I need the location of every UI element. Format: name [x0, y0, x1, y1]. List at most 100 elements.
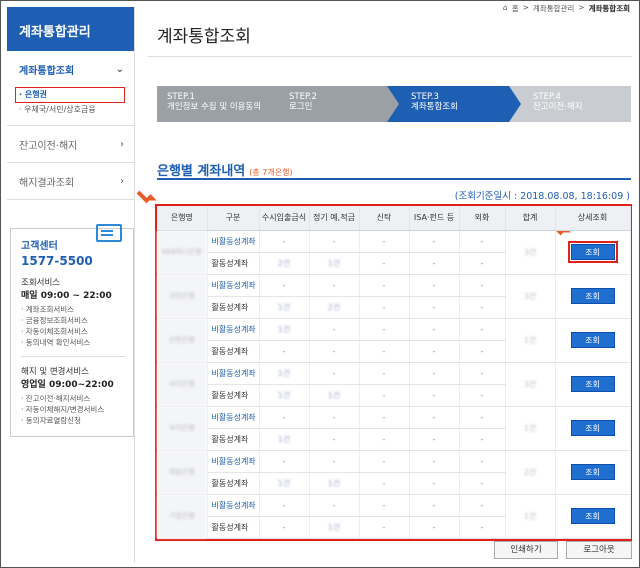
- chevron-right-icon: ›: [120, 138, 124, 150]
- table-cell: -: [359, 384, 410, 407]
- breadcrumb-current: 계좌통합조회: [588, 4, 630, 13]
- table-cell: -: [409, 472, 460, 495]
- view-detail-button[interactable]: 조회: [570, 376, 615, 392]
- table-row: 우리은행 비활동성계좌 - - - - -1건 조회: [157, 406, 631, 451]
- breadcrumb: ⌂ 홈 > 계좌통합관리 > 계좌통합조회: [503, 3, 630, 14]
- breadcrumb-sep: >: [522, 3, 529, 12]
- step-indicator: STEP.1 개인정보 수집 및 이용동의 STEP.2 로그인 STEP.3 …: [157, 86, 631, 122]
- account-type: 비활동성계좌: [207, 318, 260, 341]
- table-cell: -: [359, 516, 410, 539]
- account-type: 활동성계좌: [207, 252, 260, 275]
- cs-section-title: 해지 및 변경서비스: [21, 367, 89, 377]
- account-type: 활동성계좌: [207, 296, 260, 319]
- table-cell: -: [309, 450, 360, 473]
- step-num: STEP.1: [167, 92, 195, 102]
- sidebar-sub-item-post[interactable]: · 우체국/서민/상호금융: [19, 103, 134, 117]
- table-cell: -: [459, 406, 506, 429]
- table-cell: 2건: [259, 252, 310, 275]
- sidebar-item-label: 잔고이전·해지: [19, 140, 78, 152]
- account-type: 활동성계좌: [207, 472, 260, 495]
- detail-cell: 조회: [555, 450, 631, 495]
- bank-name: 국민은행: [157, 274, 208, 319]
- detail-cell: 조회: [555, 494, 631, 539]
- account-type: 활동성계좌: [207, 340, 260, 363]
- table-cell: 1건: [309, 252, 360, 275]
- sidebar-item-label: 해지결과조회: [19, 177, 75, 189]
- detail-cell: 조회: [555, 318, 631, 363]
- sidebar: 계좌통합관리 계좌통합조회 ⌄ · 은행권 · 우체국/서민/상호금융 잔고이전…: [7, 7, 135, 563]
- table-header-cell: 정기 예,적금: [309, 206, 360, 231]
- sum-cell: 1건: [505, 494, 556, 539]
- table-cell: -: [259, 516, 310, 539]
- sidebar-menu-account-inquiry: 계좌통합조회 ⌄ · 은행권 · 우체국/서민/상호금융: [7, 51, 134, 126]
- sidebar-item-transfer[interactable]: 잔고이전·해지 ›: [7, 126, 134, 162]
- print-button[interactable]: 인쇄하기: [494, 541, 558, 559]
- sidebar-sub-item-banks[interactable]: · 은행권: [15, 87, 125, 103]
- home-icon[interactable]: ⌂: [503, 3, 508, 14]
- cs-list-item: · 계좌조회서비스: [21, 305, 75, 314]
- view-detail-button[interactable]: 조회: [567, 241, 618, 263]
- account-type: 비활동성계좌: [207, 274, 260, 297]
- table-cell: -: [359, 450, 410, 473]
- chevron-right-icon: ›: [120, 175, 124, 187]
- table-cell: 1건: [259, 296, 310, 319]
- view-detail-button[interactable]: 조회: [570, 420, 615, 436]
- table-cell: -: [459, 274, 506, 297]
- table-cell: -: [409, 318, 460, 341]
- table-cell: 1건: [309, 516, 360, 539]
- step-label: 개인정보 수집 및 이용동의: [167, 102, 262, 112]
- section-count: (총 7개은행): [249, 168, 293, 177]
- table-cell: -: [259, 340, 310, 363]
- table-cell: -: [359, 274, 410, 297]
- detail-cell: 조회: [555, 406, 631, 451]
- step-3: STEP.3 계좌통합조회: [387, 86, 521, 122]
- view-detail-button[interactable]: 조회: [570, 288, 615, 304]
- table-cell: -: [359, 406, 410, 429]
- account-type: 비활동성계좌: [207, 362, 260, 385]
- chevron-down-icon: ⌄: [115, 63, 124, 75]
- cs-list: · 잔고이전·해지서비스 · 자동이체해지/변경서비스 · 동의자료열람신청: [21, 393, 125, 426]
- step-4: STEP.4 잔고이전·해지: [509, 86, 631, 122]
- sum-cell: 3건: [505, 362, 556, 407]
- divider: [148, 56, 632, 57]
- sidebar-item-result[interactable]: 해지결과조회 ›: [7, 163, 134, 199]
- table-cell: 1건: [259, 472, 310, 495]
- bank-name: 기업은행: [157, 494, 208, 539]
- table-header-cell: 상세조회: [555, 206, 631, 231]
- table-cell: -: [459, 230, 506, 253]
- table-row: 제일은행 비활동성계좌 - - - - -2건 조회: [157, 450, 631, 495]
- account-type: 활동성계좌: [207, 516, 260, 539]
- view-detail-button[interactable]: 조회: [570, 508, 615, 524]
- table-cell: 2건: [309, 296, 360, 319]
- step-num: STEP.4: [533, 92, 561, 102]
- table-cell: 1건: [259, 318, 310, 341]
- detail-cell: 조회: [555, 362, 631, 407]
- table-row: 씨티은행 비활동성계좌 1건 - - - -3건 조회: [157, 362, 631, 407]
- cs-section-title: 조회서비스: [21, 278, 61, 288]
- table-row: 국민은행 비활동성계좌 - - - - -3건 조회: [157, 274, 631, 319]
- table-header-cell: 은행명: [157, 206, 208, 231]
- account-type: 비활동성계좌: [207, 230, 260, 253]
- bank-name: 우리은행: [157, 406, 208, 451]
- table-cell: -: [459, 318, 506, 341]
- cs-list-item: · 자동이체해지/변경서비스: [21, 405, 105, 414]
- table-cell: -: [309, 230, 360, 253]
- view-detail-button[interactable]: 조회: [570, 332, 615, 348]
- sidebar-item-account-inquiry[interactable]: 계좌통합조회 ⌄: [7, 51, 134, 87]
- cs-hours: 매일 09:00 ~ 22:00: [21, 291, 112, 301]
- cs-list-item: · 자동이체조회서비스: [21, 327, 88, 336]
- breadcrumb-mid[interactable]: 계좌통합관리: [533, 3, 574, 14]
- cs-list: · 계좌조회서비스 · 금융정보조회서비스 · 자동이체조회서비스 · 동의내역…: [21, 304, 125, 348]
- logout-button[interactable]: 로그아웃: [566, 541, 632, 559]
- table-cell: -: [259, 274, 310, 297]
- account-type: 활동성계좌: [207, 428, 260, 451]
- breadcrumb-home[interactable]: 홈: [512, 3, 519, 14]
- view-detail-button[interactable]: 조회: [570, 464, 615, 480]
- table-cell: -: [359, 252, 410, 275]
- detail-cell: 조회: [555, 230, 631, 275]
- table-cell: -: [259, 450, 310, 473]
- table-cell: -: [359, 362, 410, 385]
- table-cell: -: [359, 318, 410, 341]
- table-cell: -: [459, 494, 506, 517]
- table-cell: -: [409, 406, 460, 429]
